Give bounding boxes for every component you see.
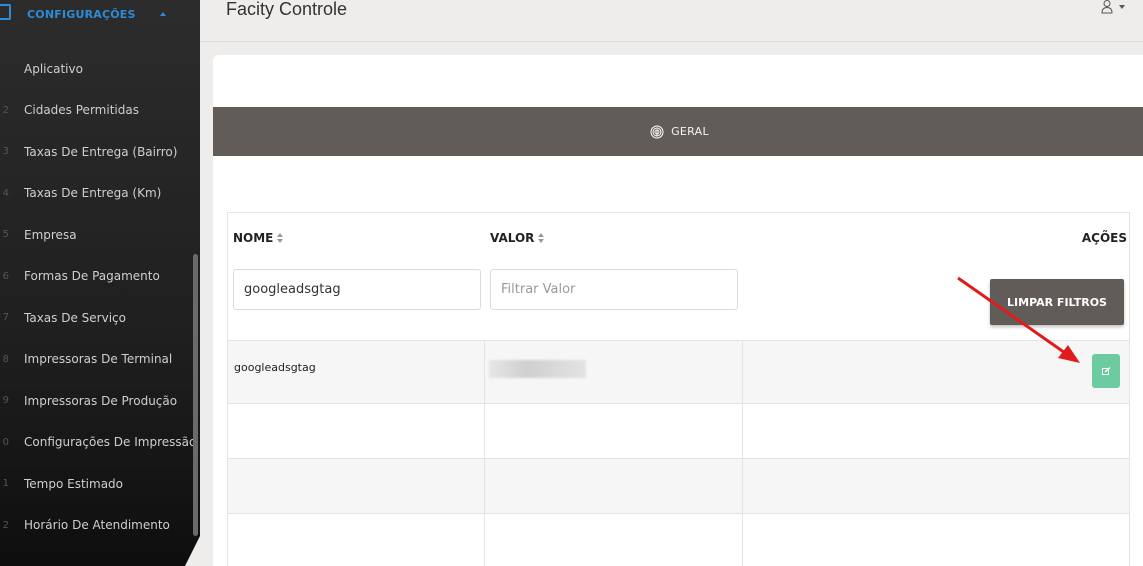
- sidebar-item-label: Taxas De Entrega (Km): [24, 186, 162, 201]
- table-row: [228, 403, 1129, 458]
- sidebar-item-taxas-entrega-bairro[interactable]: 3 Taxas De Entrega (Bairro): [0, 131, 200, 173]
- table-row: googleadsgtag: [228, 340, 1129, 403]
- sidebar-item-number: 2: [2, 104, 9, 116]
- sidebar-item-label: Impressoras De Terminal: [24, 352, 173, 367]
- blurred-value: [489, 360, 586, 378]
- sort-icon[interactable]: [277, 232, 285, 243]
- cell-value: [485, 341, 743, 403]
- fingerprint-icon: [650, 125, 664, 138]
- sidebar-section-configuracoes[interactable]: CONFIGURAÇÕES: [0, 0, 200, 34]
- sidebar-item-empresa[interactable]: 5 Empresa: [0, 214, 200, 256]
- chevron-up-icon: [160, 12, 166, 16]
- sidebar-item-impressoras-producao[interactable]: 9 Impressoras De Produção: [0, 380, 200, 422]
- sidebar: CONFIGURAÇÕES Aplicativo 2 Cidades Permit…: [0, 0, 200, 566]
- edit-icon: [1101, 366, 1110, 375]
- sidebar-item-number: 9: [2, 395, 9, 407]
- sidebar-item-label: Configurações De Impressão: [24, 435, 197, 450]
- cell-value: [485, 404, 743, 458]
- cell-name: [228, 459, 485, 513]
- sidebar-item-formas-pagamento[interactable]: 6 Formas De Pagamento: [0, 256, 200, 298]
- cell-name: [228, 404, 485, 458]
- sidebar-item-number: 2: [2, 519, 9, 531]
- cell-name: googleadsgtag: [228, 341, 485, 403]
- sidebar-item-number: 0: [2, 436, 9, 448]
- column-header-acoes: AÇÕES: [1081, 231, 1127, 245]
- sidebar-item-taxas-servico[interactable]: 7 Taxas De Serviço: [0, 297, 200, 339]
- sidebar-item-label: Tempo Estimado: [24, 476, 124, 491]
- sidebar-item-cidades-permitidas[interactable]: 2 Cidades Permitidas: [0, 90, 200, 132]
- sidebar-item-impressoras-terminal[interactable]: 8 Impressoras De Terminal: [0, 339, 200, 381]
- table-row: [228, 513, 1129, 566]
- cell-value: [485, 459, 743, 513]
- sidebar-menu: Aplicativo 2 Cidades Permitidas 3 Taxas De…: [0, 48, 200, 546]
- sidebar-item-horario-atendimento[interactable]: 2 Horário De Atendimento: [0, 505, 200, 547]
- sidebar-item-label: Cidades Permitidas: [24, 103, 139, 118]
- sidebar-corner: [185, 536, 200, 566]
- sidebar-section-label: CONFIGURAÇÕES: [27, 8, 136, 21]
- sort-icon[interactable]: [538, 232, 546, 243]
- sidebar-item-tempo-estimado[interactable]: 1 Tempo Estimado: [0, 463, 200, 505]
- sidebar-item-taxas-entrega-km[interactable]: 4 Taxas De Entrega (Km): [0, 173, 200, 215]
- main-card: GERAL NOME VALOR AÇÕES LIMPAR FILTROS go…: [213, 55, 1143, 566]
- sidebar-item-number: 7: [2, 312, 9, 324]
- sidebar-item-label: Impressoras De Produção: [24, 393, 178, 408]
- column-header-label: NOME: [233, 231, 274, 245]
- top-header: Facity Controle: [200, 0, 1143, 42]
- cell-name: [228, 514, 485, 566]
- sidebar-item-label: Formas De Pagamento: [24, 269, 160, 284]
- sidebar-item-label: Taxas De Serviço: [24, 310, 126, 325]
- sidebar-item-number: 6: [2, 270, 9, 282]
- sidebar-item-label: Aplicativo: [24, 61, 83, 76]
- column-header-label: VALOR: [490, 231, 535, 245]
- sidebar-item-number: 5: [2, 229, 9, 241]
- tab-label: GERAL: [671, 125, 709, 138]
- tab-geral[interactable]: GERAL: [213, 107, 1143, 156]
- chevron-down-icon[interactable]: [1119, 5, 1125, 9]
- sidebar-item-number: 3: [2, 146, 9, 158]
- filter-value-input[interactable]: [490, 269, 738, 310]
- sidebar-item-configuracoes-impressao[interactable]: 0 Configurações De Impressão: [0, 422, 200, 464]
- column-header-nome[interactable]: NOME: [233, 231, 285, 245]
- config-table: NOME VALOR AÇÕES LIMPAR FILTROS googlead…: [227, 212, 1130, 566]
- sidebar-scrollbar[interactable]: [193, 254, 198, 536]
- sidebar-item-label: Horário De Atendimento: [24, 518, 170, 533]
- cell-value: [485, 514, 743, 566]
- sidebar-item-label: Empresa: [24, 227, 77, 242]
- sidebar-item-aplicativo[interactable]: Aplicativo: [0, 48, 200, 90]
- sidebar-item-number: 8: [2, 353, 9, 365]
- page-title: Facity Controle: [226, 0, 348, 19]
- clear-filters-button[interactable]: LIMPAR FILTROS: [990, 279, 1124, 325]
- table-row: [228, 458, 1129, 513]
- sidebar-item-number: 4: [2, 187, 9, 199]
- column-header-valor[interactable]: VALOR: [490, 231, 546, 245]
- sidebar-item-number: 1: [2, 478, 9, 490]
- filter-name-input[interactable]: [233, 269, 481, 310]
- user-icon[interactable]: [1101, 0, 1113, 14]
- row-name-text: googleadsgtag: [234, 361, 316, 374]
- edit-button[interactable]: [1092, 354, 1120, 388]
- config-icon: [0, 4, 11, 20]
- sidebar-item-label: Taxas De Entrega (Bairro): [24, 144, 178, 159]
